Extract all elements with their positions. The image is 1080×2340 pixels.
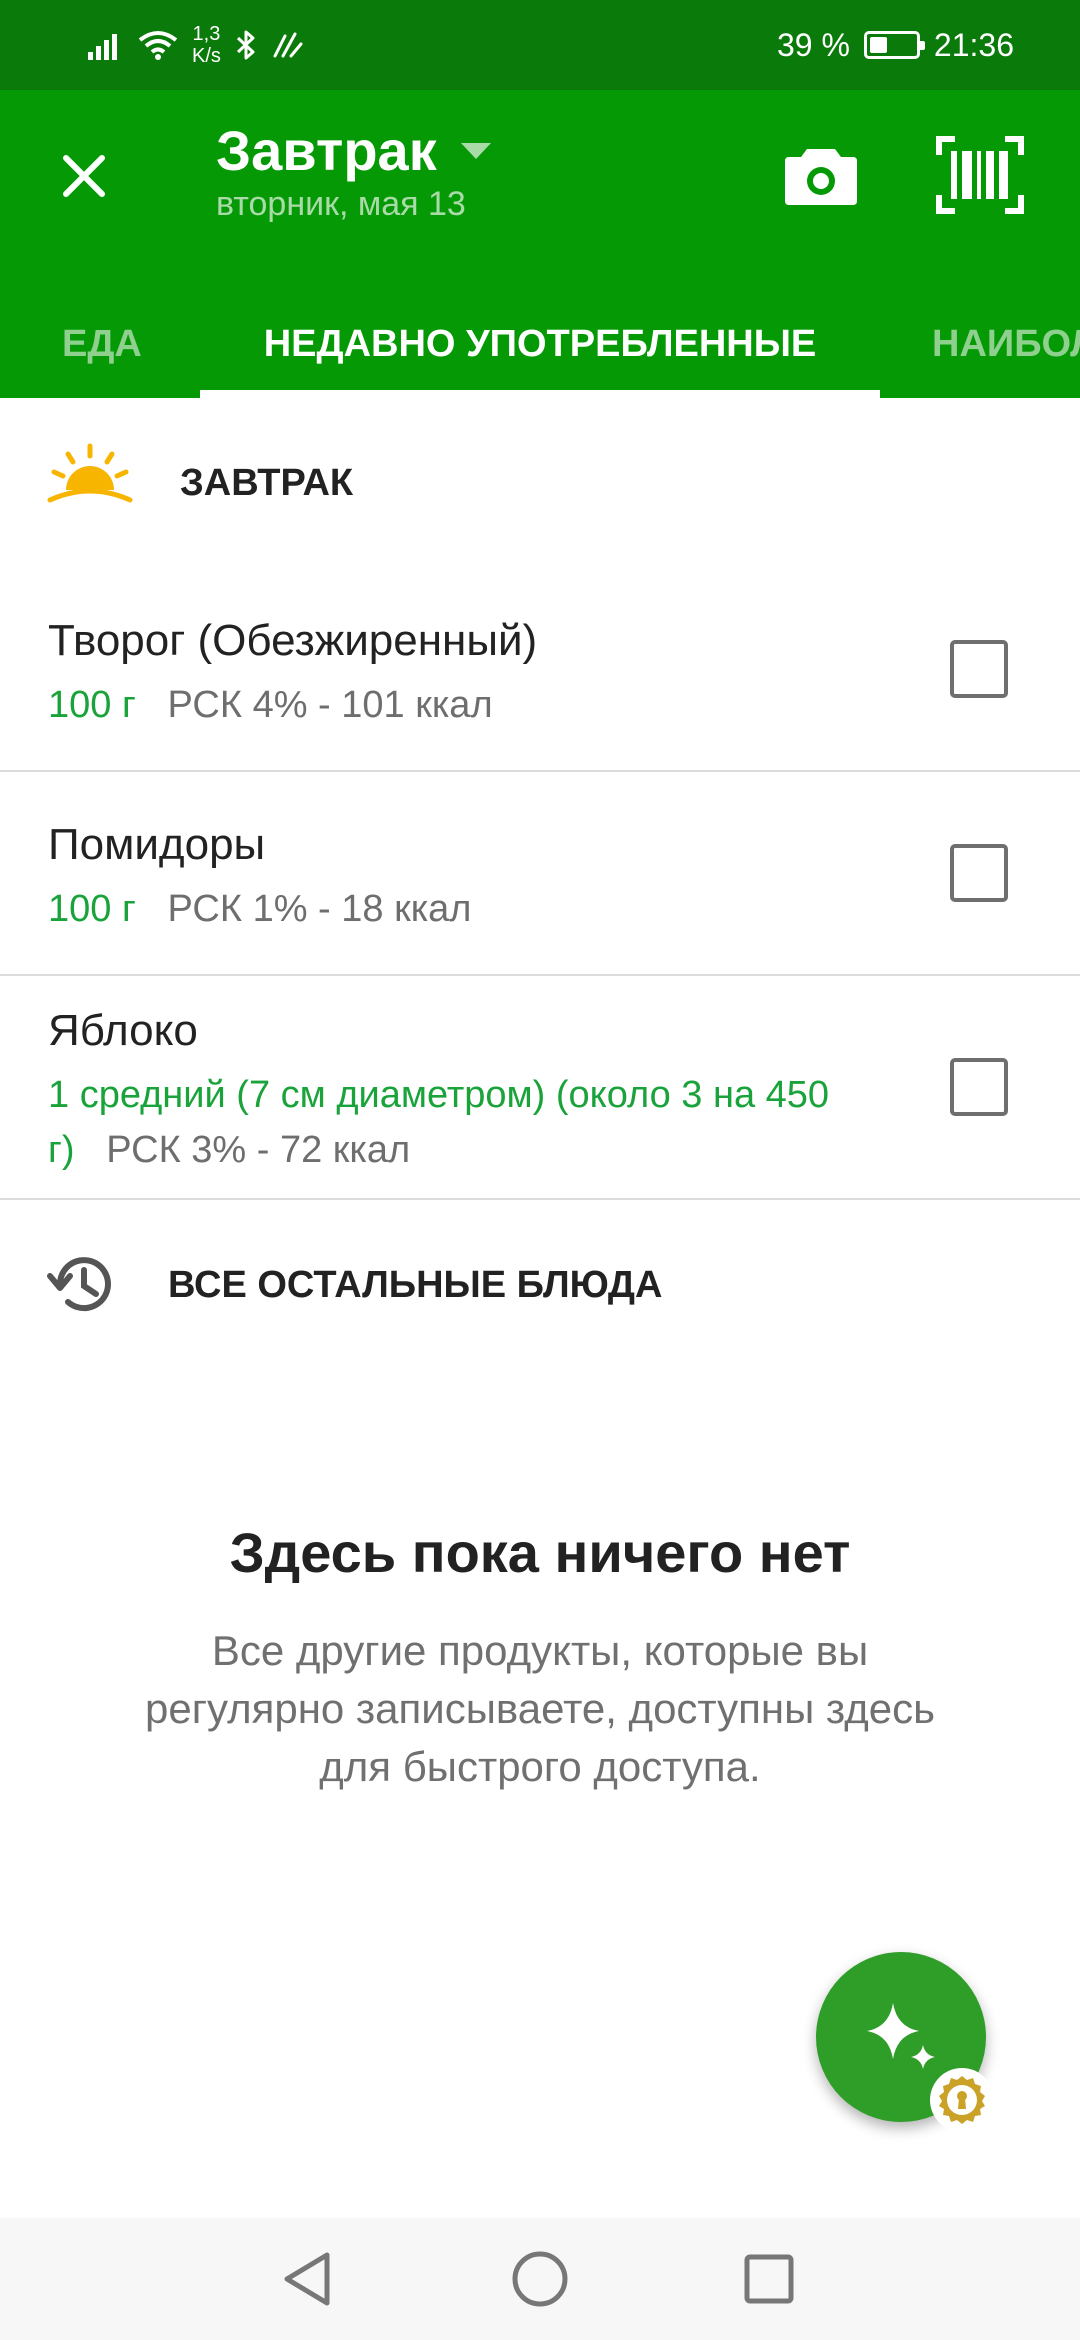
sparkle-icon [867,2003,935,2069]
home-circle-icon [512,2251,568,2307]
food-nutrition: РСК 1% - 18 ккал [167,888,472,930]
barcode-button[interactable] [932,130,1028,220]
bluetooth-icon [236,30,255,60]
tab-food[interactable]: ЕДА [62,290,142,398]
page-title: Завтрак [216,119,437,182]
empty-state-text: Все другие продукты, которые вы регулярн… [144,1627,936,1790]
food-item[interactable]: Помидоры 100 г РСК 1% - 18 ккал [0,772,1080,976]
battery-fill [869,37,887,53]
wifi-icon [138,31,178,60]
status-right: 39 % 21:36 [777,22,1014,68]
nav-recents-button[interactable] [734,2244,804,2314]
food-portion: 100 г [48,888,136,930]
empty-state-title: Здесь пока ничего нет [229,1521,851,1584]
food-name: Яблоко [48,1006,198,1055]
barcode-scanner-icon [936,136,1024,214]
battery-icon [863,31,925,59]
camera-icon [785,149,857,205]
others-section-header: ВСЕ ОСТАЛЬНЫЕ БЛЮДА [0,1240,1080,1330]
food-portion: 100 г [48,684,136,726]
nav-home-button[interactable] [505,2244,575,2314]
close-button[interactable] [48,140,120,212]
food-checkbox[interactable] [950,1058,1008,1116]
notification-icon [273,32,303,58]
tab-label: ЕДА [62,322,142,365]
others-section-label: ВСЕ ОСТАЛЬНЫЕ БЛЮДА [168,1264,663,1306]
tab-recent[interactable]: НЕДАВНО УПОТРЕБЛЕННЫЕ [200,290,880,398]
food-detail: 100 г РСК 1% - 18 ккал [48,882,868,937]
battery-percent: 39 % [776,26,850,63]
status-left: 1,3 K/s [88,22,305,68]
keyhole-badge-icon [939,2076,985,2124]
food-name: Творог (Обезжиренный) [48,616,538,665]
app-bar: Завтрак вторник, мая 13 ЕДА НЕДАВНО УПОТ… [0,90,1080,398]
dropdown-arrow-icon [460,142,491,159]
food-nutrition: РСК 3% - 72 ккал [106,1129,411,1171]
food-detail: 100 г РСК 4% - 101 ккал [48,678,868,733]
back-triangle-icon [284,2252,330,2306]
meal-section-header: ЗАВТРАК [0,420,1080,550]
recents-square-icon [744,2254,794,2304]
food-item[interactable]: Яблоко 1 средний (7 см диаметром) (около… [0,976,1080,1200]
signal-icon [88,34,117,60]
food-checkbox[interactable] [950,640,1008,698]
network-speed-value: 1,3 [192,23,221,45]
food-name: Помидоры [48,820,266,869]
system-nav-bar [0,2218,1080,2340]
premium-badge [930,2068,994,2132]
tab-label: НЕДАВНО УПОТРЕБЛЕННЫЕ [263,322,817,365]
meal-section-label: ЗАВТРАК [180,462,354,504]
nav-back-button[interactable] [272,2244,342,2314]
tab-label: НАИБОЛ [932,322,1080,365]
tab-bar: ЕДА НЕДАВНО УПОТРЕБЛЕННЫЕ НАИБОЛ [0,290,1080,398]
food-detail: 1 средний (7 см диаметром) (около 3 на 4… [48,1068,868,1178]
food-checkbox[interactable] [950,844,1008,902]
food-item[interactable]: Творог (Обезжиренный) 100 г РСК 4% - 101… [0,566,1080,772]
history-icon [47,1257,111,1312]
food-nutrition: РСК 4% - 101 ккал [167,684,493,726]
status-bar: 1,3 K/s 39 % 21:36 [0,0,1080,90]
camera-button[interactable] [776,134,866,216]
tab-indicator [200,390,880,398]
close-icon [63,155,105,197]
sunrise-icon [47,443,133,503]
clock: 21:36 [933,26,1014,63]
meal-selector[interactable]: Завтрак вторник, мая 13 [216,118,493,224]
date-subtitle: вторник, мая 13 [216,185,466,223]
network-speed-unit: K/s [192,45,221,67]
network-speed: 1,3 K/s [192,23,221,67]
tab-most-frequent[interactable]: НАИБОЛ [932,290,1080,398]
